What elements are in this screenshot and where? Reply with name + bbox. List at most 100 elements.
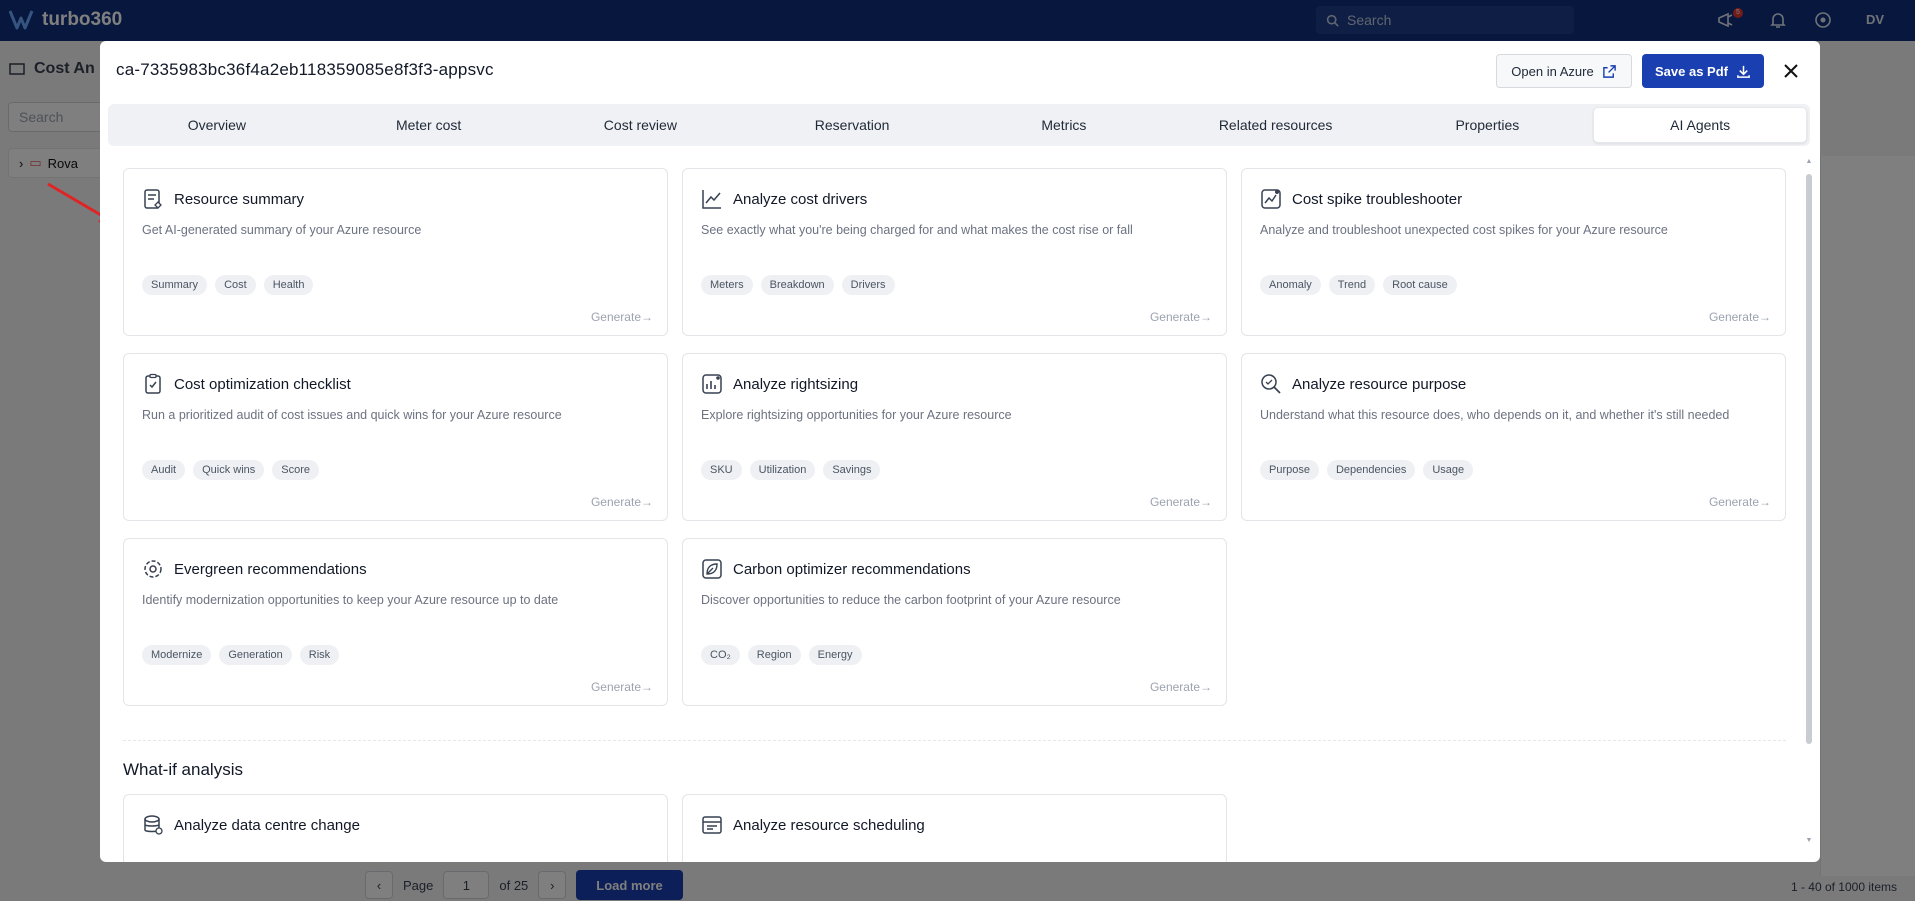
card-description: Understand what this resource does, who … — [1260, 408, 1730, 422]
leaf-icon — [702, 559, 722, 579]
open-in-azure-button[interactable]: Open in Azure — [1496, 54, 1632, 88]
resource-details-modal: ca-7335983bc36f4a2eb118359085e8f3f3-apps… — [100, 41, 1820, 862]
tag: Audit — [142, 460, 186, 480]
close-icon[interactable] — [1779, 59, 1803, 83]
agent-card-carbon-optimizer-recommendations[interactable]: Carbon optimizer recommendations Discove… — [682, 538, 1227, 706]
tag: Savings — [823, 460, 881, 480]
scroll-up-arrow-icon[interactable]: ▲ — [1805, 158, 1813, 166]
section-title-whatif: What-if analysis — [123, 760, 243, 779]
card-title: Analyze resource purpose — [1292, 376, 1467, 393]
card-description: Run a prioritized audit of cost issues a… — [142, 408, 562, 422]
card-title: Evergreen recommendations — [174, 561, 367, 578]
tag: Dependencies — [1326, 460, 1416, 480]
card-description: Discover opportunities to reduce the car… — [701, 593, 1121, 607]
card-tags: Purpose Dependencies Usage — [1260, 460, 1474, 480]
tag: Modernize — [142, 645, 212, 665]
tab-properties[interactable]: Properties — [1382, 107, 1594, 143]
card-title: Analyze cost drivers — [733, 191, 868, 208]
section-divider — [123, 740, 1786, 741]
generate-link[interactable]: Generate→ — [1709, 310, 1771, 324]
agent-card-cost-optimization-checklist[interactable]: Cost optimization checklist Run a priori… — [123, 353, 668, 521]
save-as-pdf-button[interactable]: Save as Pdf — [1642, 54, 1764, 88]
tag: Quick wins — [193, 460, 265, 480]
generate-link[interactable]: Generate→ — [591, 495, 653, 509]
card-title: Analyze resource scheduling — [733, 817, 925, 834]
tab-cost-review[interactable]: Cost review — [535, 107, 747, 143]
card-title: Cost optimization checklist — [174, 376, 351, 393]
modal-title: ca-7335983bc36f4a2eb118359085e8f3f3-apps… — [116, 60, 494, 79]
save-as-pdf-label: Save as Pdf — [1655, 63, 1728, 79]
spike-chart-icon — [1261, 189, 1281, 209]
summary-doc-icon — [144, 189, 162, 209]
tag: Purpose — [1260, 460, 1319, 480]
tag: Risk — [299, 645, 340, 665]
calendar-list-icon — [702, 816, 722, 834]
tab-related-resources[interactable]: Related resources — [1170, 107, 1382, 143]
agent-card-analyze-resource-purpose[interactable]: Analyze resource purpose Understand what… — [1241, 353, 1786, 521]
card-title: Resource summary — [174, 191, 305, 208]
card-description: Analyze and troubleshoot unexpected cost… — [1260, 223, 1668, 237]
tab-ai-agents[interactable]: AI Agents — [1593, 107, 1807, 143]
card-title: Analyze rightsizing — [733, 376, 859, 393]
whatif-card-resource-scheduling[interactable]: Analyze resource scheduling — [682, 794, 1227, 862]
generate-link[interactable]: Generate→ — [591, 310, 653, 324]
modal-scrollbar[interactable] — [1806, 174, 1812, 744]
card-tags: Summary Cost Health — [142, 275, 314, 295]
scroll-down-arrow-icon[interactable]: ▼ — [1805, 837, 1813, 845]
agent-card-resource-summary[interactable]: Resource summary Get AI-generated summar… — [123, 168, 668, 336]
trend-chart-icon — [702, 190, 721, 209]
agent-card-analyze-cost-drivers[interactable]: Analyze cost drivers See exactly what yo… — [682, 168, 1227, 336]
generate-link[interactable]: Generate→ — [1150, 310, 1212, 324]
external-link-icon — [1602, 64, 1616, 78]
tag: Breakdown — [760, 275, 834, 295]
tag: Score — [272, 460, 320, 480]
gear-refresh-icon — [144, 560, 162, 578]
download-icon — [1737, 65, 1750, 78]
agent-card-analyze-rightsizing[interactable]: Analyze rightsizing Explore rightsizing … — [682, 353, 1227, 521]
tag: Root cause — [1383, 275, 1457, 295]
agent-card-evergreen-recommendations[interactable]: Evergreen recommendations Identify moder… — [123, 538, 668, 706]
ai-agents-panel: Resource summary Get AI-generated summar… — [100, 156, 1808, 862]
whatif-card-data-centre-change[interactable]: Analyze data centre change — [123, 794, 668, 862]
card-description: Identify modernization opportunities to … — [142, 593, 559, 607]
rightsizing-bars-icon — [702, 374, 722, 394]
generate-link[interactable]: Generate→ — [1709, 495, 1771, 509]
card-tags: Audit Quick wins Score — [142, 460, 320, 480]
tag: Trend — [1328, 275, 1376, 295]
tab-reservation[interactable]: Reservation — [746, 107, 958, 143]
clipboard-check-icon — [145, 373, 161, 394]
tab-overview[interactable]: Overview — [111, 107, 323, 143]
tag: Cost — [215, 275, 256, 295]
tab-metrics[interactable]: Metrics — [958, 107, 1170, 143]
tag: Energy — [808, 645, 862, 665]
generate-link[interactable]: Generate→ — [1150, 680, 1212, 694]
tag: Region — [747, 645, 801, 665]
tab-meter-cost[interactable]: Meter cost — [323, 107, 535, 143]
modal-tabs: Overview Meter cost Cost review Reservat… — [108, 104, 1810, 146]
card-title: Cost spike troubleshooter — [1292, 191, 1463, 208]
tag: Health — [263, 275, 314, 295]
tag: Utilization — [749, 460, 816, 480]
card-title: Analyze data centre change — [174, 817, 360, 834]
card-tags: Anomaly Trend Root cause — [1260, 275, 1457, 295]
card-title: Carbon optimizer recommendations — [733, 561, 971, 578]
tag: Meters — [701, 275, 753, 295]
card-description: See exactly what you're being charged fo… — [701, 223, 1133, 237]
tag: Usage — [1423, 460, 1474, 480]
database-icon — [144, 815, 163, 835]
tag: Drivers — [841, 275, 895, 295]
generate-link[interactable]: Generate→ — [1150, 495, 1212, 509]
generate-link[interactable]: Generate→ — [591, 680, 653, 694]
card-tags: Modernize Generation Risk — [142, 645, 340, 665]
tag: Generation — [219, 645, 292, 665]
tag: CO₂ — [701, 645, 740, 665]
tag: Summary — [142, 275, 208, 295]
card-description: Get AI-generated summary of your Azure r… — [142, 223, 422, 237]
agent-card-cost-spike-troubleshooter[interactable]: Cost spike troubleshooter Analyze and tr… — [1241, 168, 1786, 336]
tag: Anomaly — [1260, 275, 1321, 295]
card-tags: SKU Utilization Savings — [701, 460, 881, 480]
magnifier-icon — [1261, 374, 1281, 394]
card-tags: CO₂ Region Energy — [701, 645, 862, 665]
open-in-azure-label: Open in Azure — [1511, 63, 1594, 79]
tag: SKU — [701, 460, 742, 480]
